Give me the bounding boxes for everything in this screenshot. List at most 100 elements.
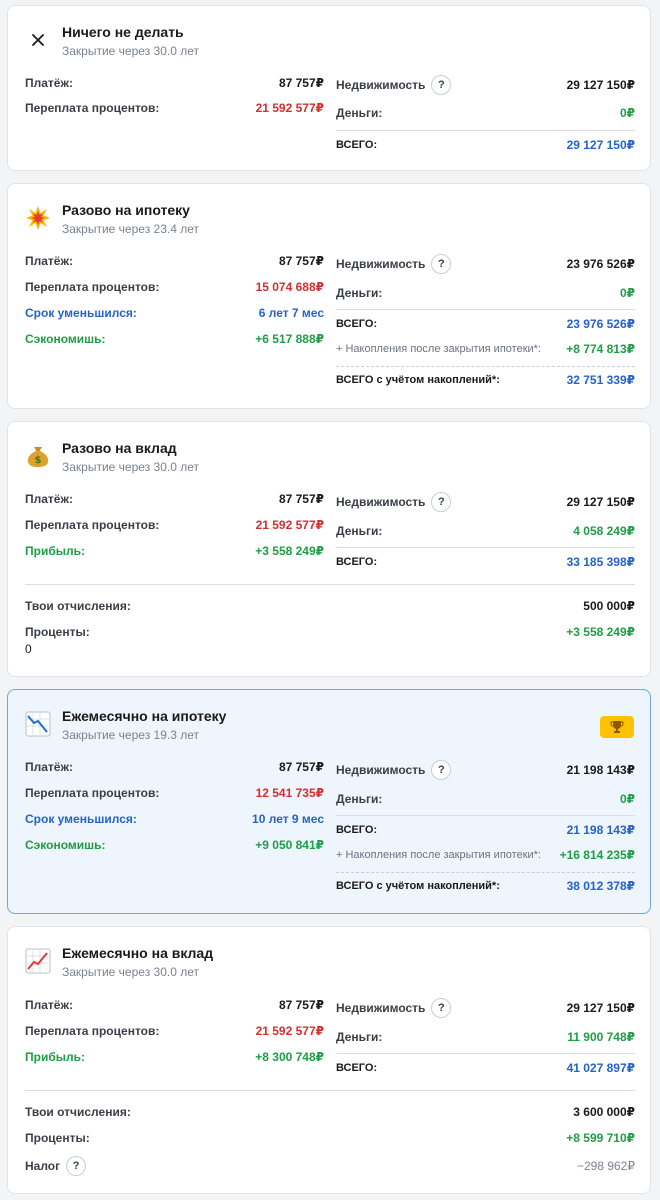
saved-value: +6 517 888₽ <box>255 332 324 346</box>
chart-decreasing-icon <box>24 710 52 738</box>
term-reduced-value: 6 лет 7 мес <box>258 306 324 320</box>
total-accum-value: 32 751 339₽ <box>566 373 635 387</box>
realty-row: Недвижимость? 29 127 150₽ <box>336 492 635 512</box>
total-label: ВСЕГО: <box>336 318 378 330</box>
payment-row: Платёж: 87 757₽ <box>25 757 324 777</box>
accum-row: + Накопления после закрытия ипотеки*: +1… <box>336 845 635 865</box>
payment-label: Платёж: <box>25 998 73 1012</box>
tax-label-text: Налог <box>25 1159 61 1173</box>
money-label: Деньги: <box>336 106 383 120</box>
card-subtitle: Закрытие через 19.3 лет <box>62 728 199 742</box>
realty-label-text: Недвижимость <box>336 257 426 271</box>
profit-value: +8 300 748₽ <box>255 1050 324 1064</box>
money-value: 4 058 249₽ <box>573 524 635 538</box>
overpay-row: Переплата процентов: 21 592 577₽ <box>25 98 324 118</box>
payment-value: 87 757₽ <box>278 998 324 1012</box>
payment-label: Платёж: <box>25 760 73 774</box>
overpay-row: Переплата процентов: 21 592 577₽ <box>25 515 324 535</box>
card-subtitle: Закрытие через 30.0 лет <box>62 460 199 474</box>
interest-note: 0 <box>25 642 32 656</box>
total-accum-row: ВСЕГО с учётом накоплений*: 38 012 378₽ <box>336 876 635 896</box>
term-reduced-row: Срок уменьшился: 10 лет 9 мес <box>25 809 324 829</box>
profit-row: Прибыль: +3 558 249₽ <box>25 541 324 561</box>
overpay-value: 21 592 577₽ <box>255 1024 324 1038</box>
divider <box>336 1053 635 1054</box>
overpay-label: Переплата процентов: <box>25 280 160 294</box>
saved-label: Сэкономишь: <box>25 332 106 346</box>
contributions-row: Твои отчисления: 500 000₽ <box>25 596 635 616</box>
strategy-card-do-nothing: Ничего не делать Закрытие через 30.0 лет… <box>7 5 651 171</box>
saved-value: +9 050 841₽ <box>255 838 324 852</box>
total-value: 33 185 398₽ <box>566 555 635 569</box>
realty-label: Недвижимость? <box>336 760 452 780</box>
total-row: ВСЕГО: 41 027 897₽ <box>336 1058 635 1078</box>
money-row: Деньги: 11 900 748₽ <box>336 1027 635 1047</box>
money-row: Деньги: 0₽ <box>336 283 635 303</box>
payment-label: Платёж: <box>25 492 73 506</box>
help-icon[interactable]: ? <box>431 760 452 780</box>
profit-row: Прибыль: +8 300 748₽ <box>25 1047 324 1067</box>
money-row: Деньги: 4 058 249₽ <box>336 521 635 541</box>
saved-row: Сэкономишь: +9 050 841₽ <box>25 835 324 855</box>
total-label: ВСЕГО: <box>336 824 378 836</box>
money-label: Деньги: <box>336 524 383 538</box>
total-label: ВСЕГО: <box>336 556 378 568</box>
money-label: Деньги: <box>336 286 383 300</box>
card-title: Разово на вклад <box>62 440 177 456</box>
help-icon[interactable]: ? <box>66 1156 87 1176</box>
overpay-label: Переплата процентов: <box>25 101 160 115</box>
total-label: ВСЕГО: <box>336 1062 378 1074</box>
explosion-icon <box>24 204 52 232</box>
card-title: Ежемесячно на ипотеку <box>62 708 227 724</box>
money-value: 0₽ <box>619 106 635 120</box>
interest-value: +3 558 249₽ <box>566 625 635 639</box>
card-header: Ежемесячно на ипотеку Закрытие через 19.… <box>24 706 634 742</box>
total-row: ВСЕГО: 33 185 398₽ <box>336 552 635 572</box>
total-accum-label: ВСЕГО с учётом накоплений*: <box>336 374 500 386</box>
total-label: ВСЕГО: <box>336 139 378 151</box>
dashed-divider <box>336 872 635 873</box>
term-reduced-value: 10 лет 9 мес <box>252 812 324 826</box>
tax-value: −298 962₽ <box>576 1159 635 1173</box>
divider <box>336 547 635 548</box>
strategy-card-monthly-mortgage: Ежемесячно на ипотеку Закрытие через 19.… <box>7 689 651 914</box>
total-row: ВСЕГО: 29 127 150₽ <box>336 135 635 155</box>
realty-label-text: Недвижимость <box>336 1001 426 1015</box>
realty-label: Недвижимость? <box>336 998 452 1018</box>
interest-value: +8 599 710₽ <box>566 1131 635 1145</box>
accum-label: + Накопления после закрытия ипотеки*: <box>336 343 541 355</box>
money-label: Деньги: <box>336 792 383 806</box>
overpay-label: Переплата процентов: <box>25 786 160 800</box>
realty-label: Недвижимость? <box>336 75 452 95</box>
money-row: Деньги: 0₽ <box>336 789 635 809</box>
help-icon[interactable]: ? <box>431 998 452 1018</box>
card-header: Ежемесячно на вклад Закрытие через 30.0 … <box>24 943 634 979</box>
help-icon[interactable]: ? <box>431 75 452 95</box>
interest-label: Проценты: <box>25 625 90 639</box>
card-header: Разово на ипотеку Закрытие через 23.4 ле… <box>24 200 634 236</box>
profit-value: +3 558 249₽ <box>255 544 324 558</box>
money-label: Деньги: <box>336 1030 383 1044</box>
total-value: 41 027 897₽ <box>566 1061 635 1075</box>
payment-row: Платёж: 87 757₽ <box>25 995 324 1015</box>
overpay-value: 15 074 688₽ <box>255 280 324 294</box>
term-reduced-label: Срок уменьшился: <box>25 306 137 320</box>
help-icon[interactable]: ? <box>431 492 452 512</box>
accum-row: + Накопления после закрытия ипотеки*: +8… <box>336 339 635 359</box>
money-value: 0₽ <box>619 286 635 300</box>
payment-value: 87 757₽ <box>278 760 324 774</box>
tax-row: Налог? −298 962₽ <box>25 1156 635 1176</box>
payment-label: Платёж: <box>25 254 73 268</box>
overpay-value: 12 541 735₽ <box>255 786 324 800</box>
money-value: 11 900 748₽ <box>567 1030 635 1044</box>
money-bag-icon: $ <box>24 442 52 470</box>
help-icon[interactable]: ? <box>431 254 452 274</box>
chart-increasing-icon <box>24 947 52 975</box>
trophy-icon <box>600 716 634 738</box>
strategy-card-lump-mortgage: Разово на ипотеку Закрытие через 23.4 ле… <box>7 183 651 409</box>
payment-value: 87 757₽ <box>278 76 324 90</box>
divider <box>336 130 635 131</box>
payment-value: 87 757₽ <box>278 254 324 268</box>
svg-text:$: $ <box>35 455 42 466</box>
card-subtitle: Закрытие через 30.0 лет <box>62 965 199 979</box>
